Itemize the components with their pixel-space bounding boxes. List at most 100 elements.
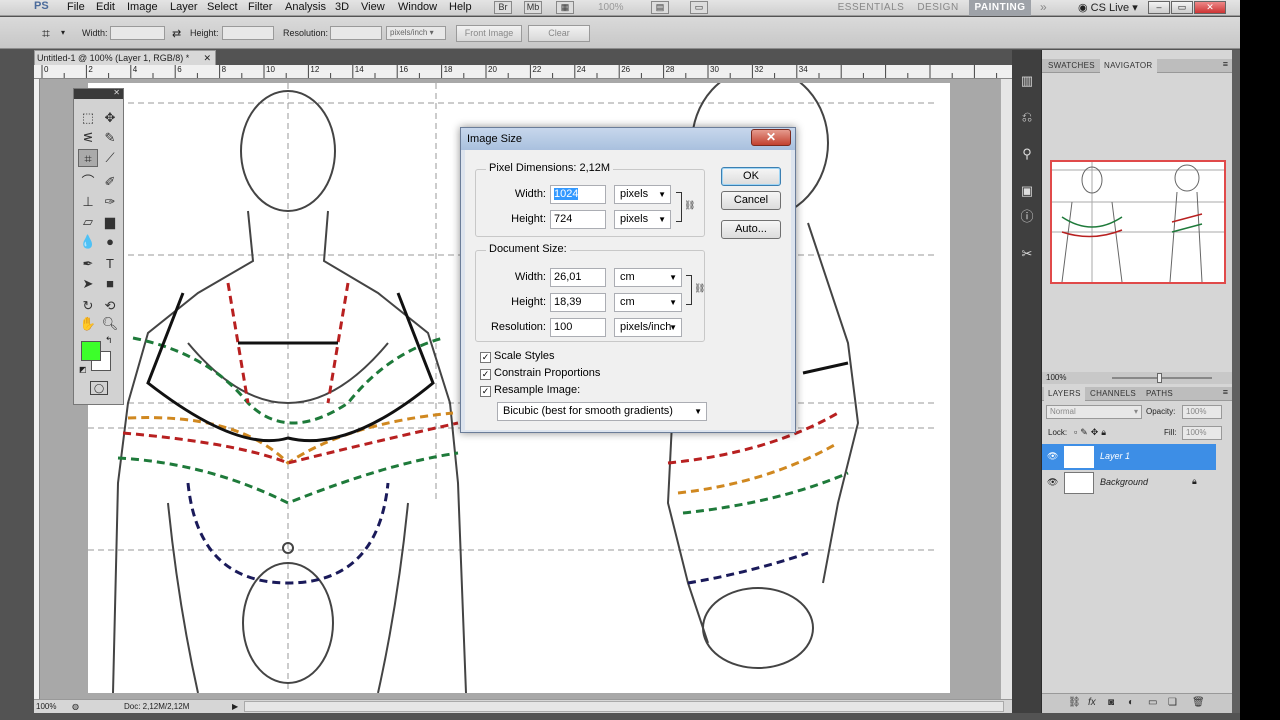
blur-icon[interactable]: 💧 [78, 233, 98, 251]
tool-preset-arrow-icon[interactable]: ▾ [61, 28, 65, 37]
resolution-input[interactable]: 100 [550, 318, 606, 337]
doc-width-unit-select[interactable]: cm ▼ [614, 268, 682, 287]
layer-row-layer-1[interactable]: 👁︎ Layer 1 [1042, 444, 1216, 470]
link-layers-icon[interactable]: ⛓ [1068, 697, 1081, 708]
fill-field[interactable]: 100% [1182, 426, 1222, 440]
ok-button[interactable]: OK [721, 167, 781, 186]
crop-width-field[interactable] [110, 26, 165, 40]
menu-image[interactable]: Image [127, 1, 158, 13]
menu-layer[interactable]: Layer [170, 1, 198, 13]
history-icon[interactable]: ⎌ [1018, 108, 1036, 126]
resample-method-select[interactable]: Bicubic (best for smooth gradients) ▼ [497, 402, 707, 421]
extras-icon[interactable]: ▦ [556, 1, 574, 14]
layer-mask-icon[interactable]: ◙ [1108, 697, 1114, 708]
menu-select[interactable]: Select [207, 1, 238, 13]
crop-resolution-field[interactable] [330, 26, 382, 40]
restore-button[interactable]: ▭ [1171, 1, 1193, 14]
healing-brush-icon[interactable]: ⌒ [78, 173, 98, 191]
scale-styles-checkbox[interactable]: ✓ Scale Styles [480, 350, 555, 363]
menu-edit[interactable]: Edit [96, 1, 115, 13]
doc-width-input[interactable]: 26,01 [550, 268, 606, 287]
workspace-essentials[interactable]: ESSENTIALS [832, 0, 910, 16]
bridge-icon[interactable]: Br [494, 1, 512, 14]
layer-style-icon[interactable]: fx [1088, 697, 1096, 708]
info-icon[interactable]: ⓘ [1018, 208, 1036, 226]
menu-analysis[interactable]: Analysis [285, 1, 326, 13]
eyedropper-icon[interactable]: ⟋ [100, 149, 120, 167]
arrange-documents-icon[interactable]: ▤ [651, 1, 669, 14]
status-menu-arrow-icon[interactable]: ▶ [232, 700, 238, 713]
swap-colors-icon[interactable]: ↰ [105, 335, 113, 346]
visibility-eye-icon[interactable]: 👁︎ [1047, 451, 1058, 462]
opacity-field[interactable]: 100% [1182, 405, 1222, 419]
swap-icon[interactable]: ⇄ [172, 27, 181, 40]
resolution-unit-select[interactable]: pixels/inch ▼ [614, 318, 682, 337]
zoom-slider[interactable] [1112, 377, 1212, 379]
resolution-units-select[interactable]: pixels/inch ▾ [386, 26, 446, 40]
tools-panel-header[interactable]: ✕ [74, 88, 123, 99]
panel-menu-icon[interactable]: ≡ [1223, 59, 1228, 69]
tab-navigator[interactable]: NAVIGATOR [1100, 59, 1157, 73]
move-tool-icon[interactable]: ✥ [100, 109, 120, 127]
image-icon[interactable]: ▣ [1018, 182, 1036, 200]
menu-window[interactable]: Window [398, 1, 437, 13]
menu-file[interactable]: File [67, 1, 85, 13]
close-icon[interactable]: ✕ [203, 51, 211, 65]
panel-menu-icon[interactable]: ≡ [1223, 387, 1228, 397]
zoom-slider-handle[interactable] [1157, 373, 1162, 383]
hand-tool-icon[interactable]: ✋ [78, 315, 98, 333]
navigator-zoom-value[interactable]: 100% [1046, 373, 1066, 382]
crop-height-field[interactable] [222, 26, 274, 40]
blend-mode-select[interactable]: Normal ▾ [1046, 405, 1142, 419]
histogram-icon[interactable]: ▥ [1018, 72, 1036, 90]
constrain-proportions-checkbox[interactable]: ✓ Constrain Proportions [480, 367, 600, 380]
pixel-height-input[interactable]: 724 [550, 210, 606, 229]
minibridge-icon[interactable]: Mb [524, 1, 542, 14]
brush-tool-icon[interactable]: ✐ [100, 173, 120, 191]
new-layer-icon[interactable]: ❏ [1168, 697, 1177, 708]
tab-layers[interactable]: LAYERS [1044, 387, 1085, 401]
tab-swatches[interactable]: SWATCHES [1044, 59, 1099, 73]
auto-button[interactable]: Auto... [721, 220, 781, 239]
menu-filter[interactable]: Filter [248, 1, 272, 13]
3d-orbit-icon[interactable]: ⟲ [100, 297, 120, 315]
status-zoom[interactable]: 100% [36, 700, 56, 713]
crop-tool-icon[interactable]: ⌗ [78, 149, 98, 167]
history-brush-icon[interactable]: ✑ [100, 193, 120, 211]
navigator-thumbnail[interactable] [1050, 160, 1226, 284]
workspace-design[interactable]: DESIGN [912, 0, 964, 16]
eraser-icon[interactable]: ▱ [78, 213, 98, 231]
layer-row-background[interactable]: 👁︎ Background 🔒︎ [1042, 470, 1216, 496]
marquee-tool-icon[interactable]: ⬚ [78, 109, 98, 127]
3d-rotate-icon[interactable]: ↻ [78, 297, 98, 315]
pixel-height-unit-select[interactable]: pixels ▼ [614, 210, 671, 229]
visibility-eye-icon[interactable]: 👁︎ [1047, 477, 1058, 488]
new-group-icon[interactable]: ▭ [1148, 697, 1157, 708]
tab-paths[interactable]: PATHS [1142, 387, 1177, 401]
menu-help[interactable]: Help [449, 1, 472, 13]
lasso-tool-icon[interactable]: ᓬ [78, 129, 98, 147]
gradient-icon[interactable]: ▆ [100, 213, 120, 231]
quick-mask-icon[interactable]: ◯ [90, 381, 108, 395]
status-info-icon[interactable]: ◍ [72, 700, 79, 713]
type-tool-icon[interactable]: T [100, 255, 120, 273]
foreground-color-swatch[interactable] [81, 341, 101, 361]
cancel-button[interactable]: Cancel [721, 191, 781, 210]
cs-live-menu[interactable]: ◉ CS Live ▾ [1078, 1, 1138, 14]
clone-stamp-icon[interactable]: ⊥ [78, 193, 98, 211]
panel-scrollbar[interactable] [1232, 50, 1240, 713]
vertical-scrollbar[interactable] [1000, 79, 1012, 699]
tab-channels[interactable]: CHANNELS [1086, 387, 1140, 401]
horizontal-scrollbar[interactable] [244, 701, 1004, 712]
pen-tool-icon[interactable]: ✒ [78, 255, 98, 273]
workspace-painting[interactable]: PAINTING [969, 0, 1031, 16]
more-workspaces-icon[interactable]: » [1040, 0, 1047, 14]
close-window-button[interactable]: ✕ [1194, 1, 1226, 14]
doc-height-unit-select[interactable]: cm ▼ [614, 293, 682, 312]
trash-icon[interactable]: 🗑︎ [1192, 697, 1205, 708]
resample-image-checkbox[interactable]: ✓ Resample Image: [480, 384, 580, 397]
minimize-button[interactable]: – [1148, 1, 1170, 14]
lock-icons[interactable]: ▫✎✥🔒︎ [1074, 427, 1109, 438]
adjustment-layer-icon[interactable]: ◐ [1128, 697, 1134, 708]
doc-height-input[interactable]: 18,39 [550, 293, 606, 312]
